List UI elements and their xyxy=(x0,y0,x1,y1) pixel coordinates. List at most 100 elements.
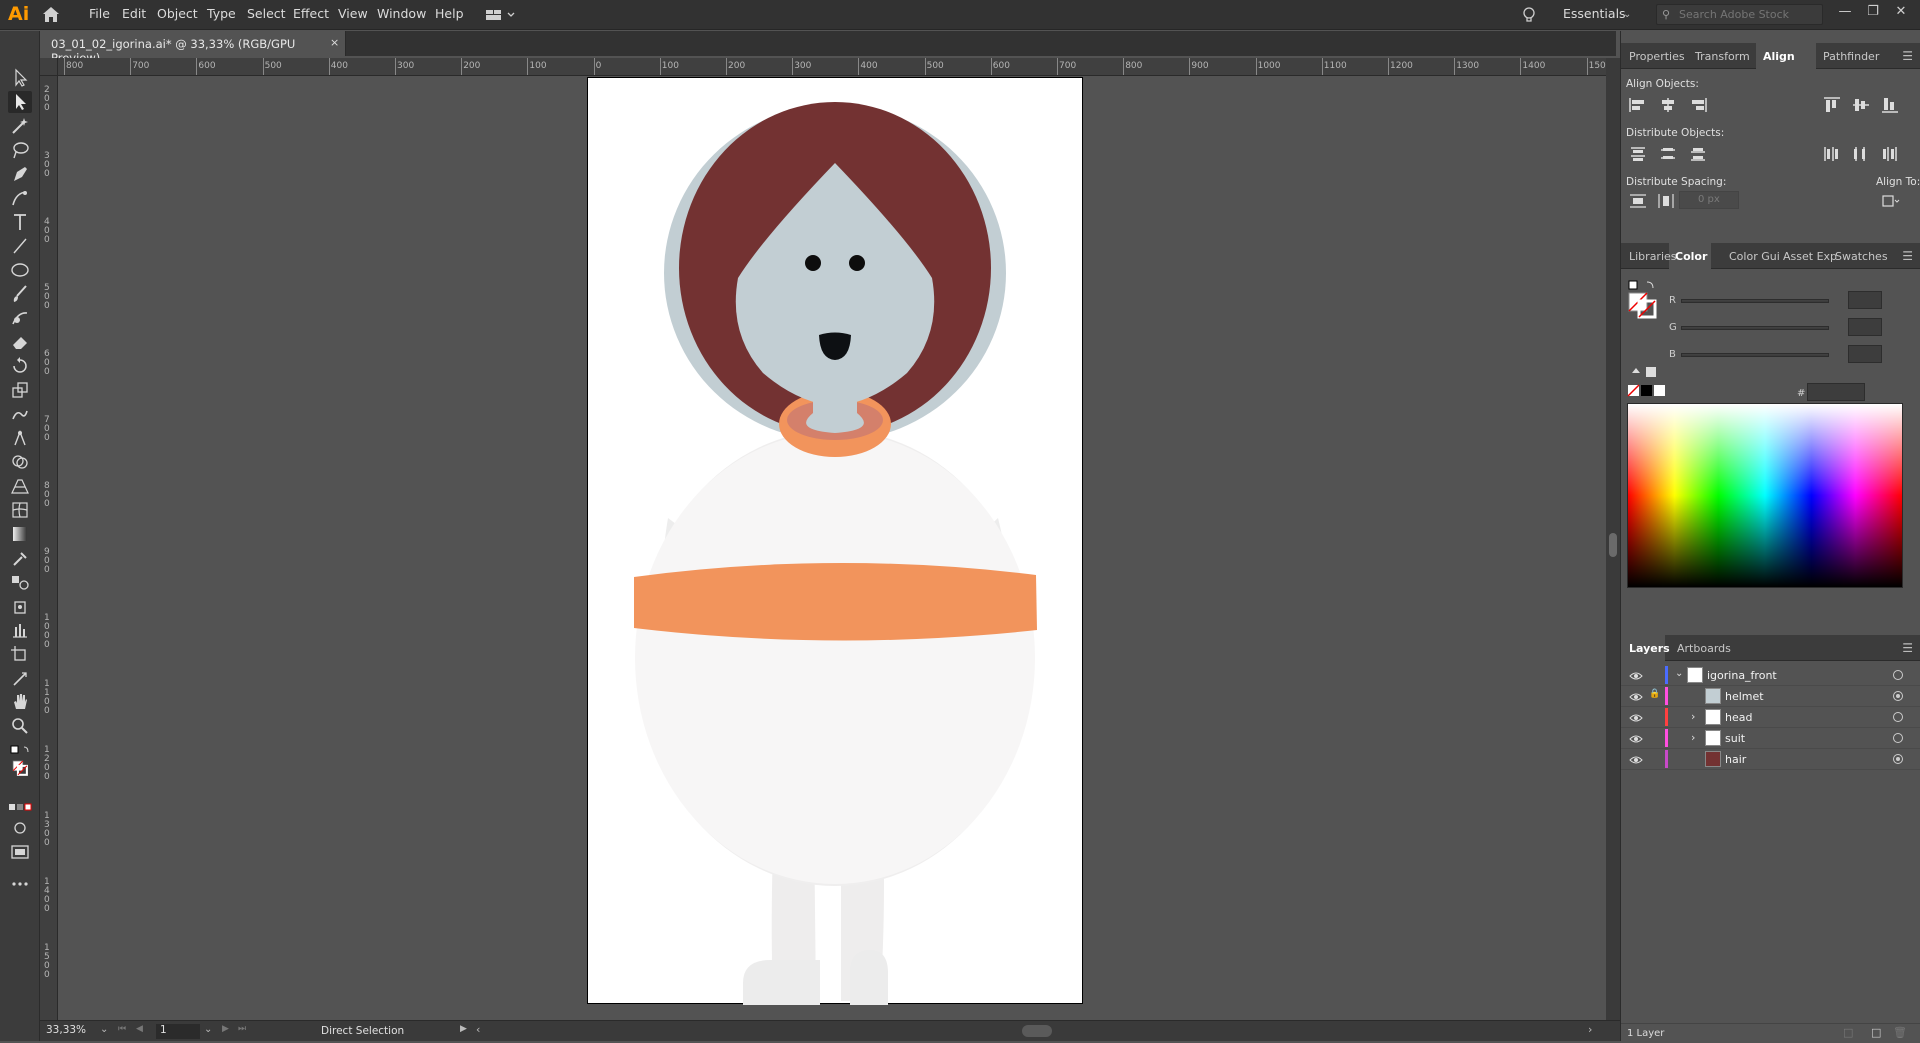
slice-tool-icon[interactable] xyxy=(8,667,32,689)
draw-mode-icon[interactable] xyxy=(8,817,32,839)
b-value-field[interactable] xyxy=(1848,345,1882,363)
menu-view[interactable]: View xyxy=(338,6,368,21)
target-icon[interactable] xyxy=(1893,670,1903,680)
stock-search-input[interactable] xyxy=(1679,7,1819,22)
target-icon[interactable] xyxy=(1893,754,1903,764)
eraser-tool-icon[interactable] xyxy=(8,331,32,353)
magic-wand-tool-icon[interactable] xyxy=(8,115,32,137)
tab-asset-export[interactable]: Asset Exp xyxy=(1783,250,1837,263)
horizontal-scroll-thumb[interactable] xyxy=(1022,1025,1052,1037)
fill-stroke-swatch[interactable] xyxy=(8,759,32,791)
menu-file[interactable]: File xyxy=(89,6,110,21)
scale-tool-icon[interactable] xyxy=(8,379,32,401)
artboard-dropdown-icon[interactable]: ⌄ xyxy=(204,1024,212,1035)
layer-name[interactable]: hair xyxy=(1725,753,1746,766)
tab-align[interactable]: Align xyxy=(1763,50,1795,63)
tab-properties[interactable]: Properties xyxy=(1629,50,1685,63)
target-icon[interactable] xyxy=(1893,733,1903,743)
layer-name[interactable]: head xyxy=(1725,711,1752,724)
layer-row[interactable]: 🔒 helmet xyxy=(1621,686,1920,707)
chevron-right-icon[interactable]: › xyxy=(1691,710,1695,723)
b-slider[interactable] xyxy=(1681,353,1829,357)
distribute-bottom-icon[interactable] xyxy=(1687,144,1709,164)
puppet-warp-tool-icon[interactable] xyxy=(8,427,32,449)
column-graph-tool-icon[interactable] xyxy=(8,619,32,641)
selection-tool-icon[interactable] xyxy=(8,67,32,89)
layer-name[interactable]: suit xyxy=(1725,732,1745,745)
perspective-grid-tool-icon[interactable] xyxy=(8,475,32,497)
hex-field[interactable] xyxy=(1807,383,1865,401)
mesh-tool-icon[interactable] xyxy=(8,499,32,521)
lock-icon[interactable]: 🔒 xyxy=(1649,689,1660,699)
visibility-eye-icon[interactable] xyxy=(1629,733,1643,743)
symbol-sprayer-tool-icon[interactable] xyxy=(8,595,32,617)
distribute-right-icon[interactable] xyxy=(1879,144,1901,164)
menu-effect[interactable]: Effect xyxy=(293,6,329,21)
igorina-illustration[interactable] xyxy=(588,78,1084,1005)
vertical-align-bottom-icon[interactable] xyxy=(1879,95,1901,115)
blend-tool-icon[interactable] xyxy=(8,571,32,593)
layer-name[interactable]: igorina_front xyxy=(1707,669,1777,682)
shape-builder-tool-icon[interactable] xyxy=(8,451,32,473)
layer-row[interactable]: › suit xyxy=(1621,728,1920,749)
panel-menu-icon[interactable]: ☰ xyxy=(1902,641,1913,655)
warp-tool-icon[interactable] xyxy=(8,403,32,425)
hand-tool-icon[interactable] xyxy=(8,691,32,713)
screen-mode-icon[interactable] xyxy=(8,841,32,863)
layer-row[interactable]: hair xyxy=(1621,749,1920,770)
visibility-eye-icon[interactable] xyxy=(1629,712,1643,722)
vertical-scroll-thumb[interactable] xyxy=(1609,533,1617,557)
vertical-scrollbar[interactable] xyxy=(1606,58,1620,1020)
r-slider[interactable] xyxy=(1681,299,1829,303)
vertical-distribute-space-icon[interactable] xyxy=(1627,191,1649,211)
artboard-tool-icon[interactable] xyxy=(8,643,32,665)
color-spectrum[interactable] xyxy=(1627,403,1903,588)
horizontal-align-left-icon[interactable] xyxy=(1627,95,1649,115)
curvature-tool-icon[interactable] xyxy=(8,187,32,209)
rotate-tool-icon[interactable] xyxy=(8,355,32,377)
menu-type[interactable]: Type xyxy=(207,6,236,21)
zoom-tool-icon[interactable] xyxy=(8,715,32,737)
panel-menu-icon[interactable]: ☰ xyxy=(1902,49,1913,63)
tab-layers[interactable]: Layers xyxy=(1629,642,1670,655)
type-tool-icon[interactable] xyxy=(8,211,32,233)
zoom-level-field[interactable]: 33,33% xyxy=(46,1024,102,1039)
layer-name[interactable]: helmet xyxy=(1725,690,1764,703)
close-document-icon[interactable]: × xyxy=(330,36,339,49)
artboard[interactable] xyxy=(587,77,1084,1005)
visibility-eye-icon[interactable] xyxy=(1629,754,1643,764)
g-value-field[interactable] xyxy=(1848,318,1882,336)
zoom-dropdown-icon[interactable]: ⌄ xyxy=(100,1024,108,1035)
horizontal-distribute-space-icon[interactable] xyxy=(1655,191,1677,211)
chevron-right-icon[interactable]: › xyxy=(1691,731,1695,744)
previous-artboard-icon[interactable]: ◀ xyxy=(136,1024,143,1034)
vertical-ruler[interactable]: 200 300 400 500 600 700 800 900 1000 1100 1200 1300… xyxy=(40,76,58,1020)
tab-color[interactable]: Color xyxy=(1675,250,1707,263)
tab-color-guide[interactable]: Color Gui xyxy=(1729,250,1780,263)
ruler-origin[interactable] xyxy=(40,58,58,76)
distribute-horizontal-center-icon[interactable] xyxy=(1850,144,1872,164)
visibility-eye-icon[interactable] xyxy=(1629,691,1643,701)
panel-menu-icon[interactable]: ☰ xyxy=(1902,249,1913,263)
workspace-switcher[interactable]: Essentials xyxy=(1563,6,1626,21)
chevron-down-icon[interactable]: ⌄ xyxy=(1675,668,1683,679)
tab-libraries[interactable]: Libraries xyxy=(1629,250,1677,263)
none-black-white-swatches[interactable] xyxy=(1627,384,1677,398)
direct-selection-tool-icon[interactable] xyxy=(8,91,32,113)
out-of-gamut-icon[interactable] xyxy=(1629,363,1659,379)
color-mode-icon[interactable] xyxy=(8,797,32,811)
close-window-button[interactable]: ✕ xyxy=(1890,4,1912,20)
distribute-top-icon[interactable] xyxy=(1627,144,1649,164)
tab-transform[interactable]: Transform xyxy=(1695,50,1750,63)
menu-help[interactable]: Help xyxy=(435,6,464,21)
first-artboard-icon[interactable]: ⏮ xyxy=(118,1024,126,1034)
new-layer-icon[interactable]: □ xyxy=(1871,1026,1881,1039)
gradient-tool-icon[interactable] xyxy=(8,523,32,545)
default-fill-stroke-icon[interactable] xyxy=(8,741,32,759)
menu-edit[interactable]: Edit xyxy=(122,6,146,21)
tab-pathfinder[interactable]: Pathfinder xyxy=(1823,50,1879,63)
target-icon[interactable] xyxy=(1893,712,1903,722)
new-sublayer-icon[interactable]: □ xyxy=(1843,1026,1853,1039)
horizontal-align-right-icon[interactable] xyxy=(1687,95,1709,115)
layer-row[interactable]: › head xyxy=(1621,707,1920,728)
